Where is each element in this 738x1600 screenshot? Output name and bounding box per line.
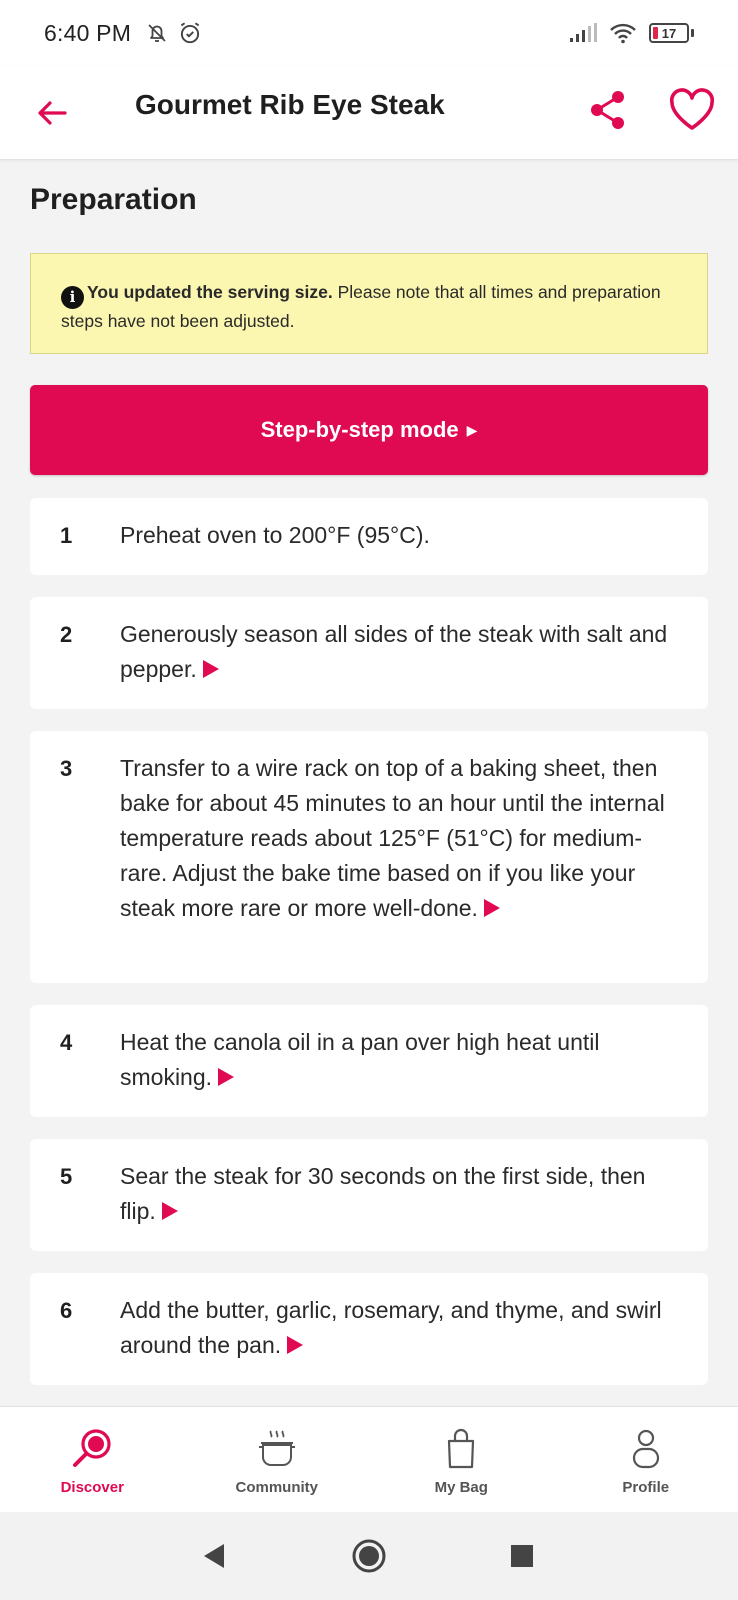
step-number: 5: [60, 1164, 73, 1189]
favorite-button[interactable]: [662, 80, 722, 140]
heart-icon: [669, 88, 715, 130]
status-time: 6:40 PM: [44, 19, 132, 46]
play-step-icon[interactable]: [202, 660, 219, 678]
back-button[interactable]: [24, 85, 80, 141]
signal-icon: [570, 23, 597, 42]
bottom-nav: Discover Community My Bag Profile: [0, 1406, 738, 1512]
step-text: Generously season all sides of the steak…: [120, 621, 668, 682]
bag-icon: [448, 1428, 475, 1468]
wifi-icon: [610, 23, 636, 44]
step-number: 3: [60, 756, 73, 781]
play-step-icon[interactable]: [218, 1068, 235, 1086]
info-icon: i: [61, 286, 84, 309]
app-header: Gourmet Rib Eye Steak: [0, 66, 738, 160]
nav-item-my-bag[interactable]: My Bag: [369, 1407, 554, 1513]
triangle-back-icon: [204, 1544, 224, 1568]
pan-icon: [73, 1428, 111, 1467]
profile-icon: [632, 1429, 659, 1468]
pot-icon: [258, 1429, 295, 1466]
nav-label: Profile: [622, 1478, 670, 1496]
nav-label: My Bag: [434, 1478, 488, 1496]
system-back-button[interactable]: [190, 1532, 238, 1580]
step-text: Sear the steak for 30 seconds on the fir…: [120, 1163, 646, 1224]
status-bar: 6:40 PM 17: [0, 0, 738, 66]
system-recents-button[interactable]: [498, 1532, 546, 1580]
step-card-3: 3 Transfer to a wire rack on top of a ba…: [30, 731, 708, 983]
step-card-1: 1 Preheat oven to 200°F (95°C).: [30, 498, 708, 575]
step-card-4: 4 Heat the canola oil in a pan over high…: [30, 1005, 708, 1117]
page-title: Gourmet Rib Eye Steak: [135, 89, 445, 120]
share-button[interactable]: [580, 82, 636, 138]
system-home-button[interactable]: [345, 1532, 393, 1580]
step-text: Heat the canola oil in a pan over high h…: [120, 1029, 600, 1090]
step-text: Preheat oven to 200°F (95°C).: [120, 522, 430, 548]
step-by-step-button[interactable]: Step-by-step mode ▶: [30, 385, 708, 475]
square-recents-icon: [511, 1545, 533, 1567]
play-step-icon[interactable]: [161, 1202, 178, 1220]
bell-off-icon: [148, 24, 166, 42]
step-number: 2: [60, 622, 73, 647]
nav-label: Community: [235, 1478, 319, 1496]
battery-indicator: 17: [649, 23, 694, 43]
play-step-icon[interactable]: [287, 1336, 304, 1354]
step-number: 4: [60, 1030, 73, 1055]
step-card-6: 6 Add the butter, garlic, rosemary, and …: [30, 1273, 708, 1385]
step-text: Transfer to a wire rack on top of a baki…: [120, 755, 665, 921]
system-nav-bar: [0, 1512, 738, 1600]
notice-bold-text: You updated the serving size.: [87, 282, 333, 302]
arrow-left-icon: [38, 100, 67, 125]
section-title: Preparation: [30, 183, 197, 216]
step-number: 6: [60, 1298, 73, 1323]
nav-item-discover[interactable]: Discover: [0, 1407, 185, 1513]
alarm-icon: [180, 22, 200, 44]
serving-size-notice: i You updated the serving size. Please no…: [30, 253, 708, 354]
play-step-icon[interactable]: [483, 899, 500, 917]
nav-item-profile[interactable]: Profile: [554, 1407, 738, 1513]
battery-level: 17: [661, 25, 677, 41]
circle-home-icon: [352, 1539, 386, 1573]
step-card-2: 2 Generously season all sides of the ste…: [30, 597, 708, 709]
step-text: Add the butter, garlic, rosemary, and th…: [120, 1297, 662, 1358]
step-card-5: 5 Sear the steak for 30 seconds on the f…: [30, 1139, 708, 1251]
step-number: 1: [60, 523, 73, 548]
step-by-step-label: Step-by-step mode: [260, 417, 459, 442]
nav-item-community[interactable]: Community: [185, 1407, 370, 1513]
nav-label: Discover: [60, 1478, 124, 1496]
play-icon: ▶: [466, 421, 478, 438]
share-icon: [591, 91, 624, 129]
